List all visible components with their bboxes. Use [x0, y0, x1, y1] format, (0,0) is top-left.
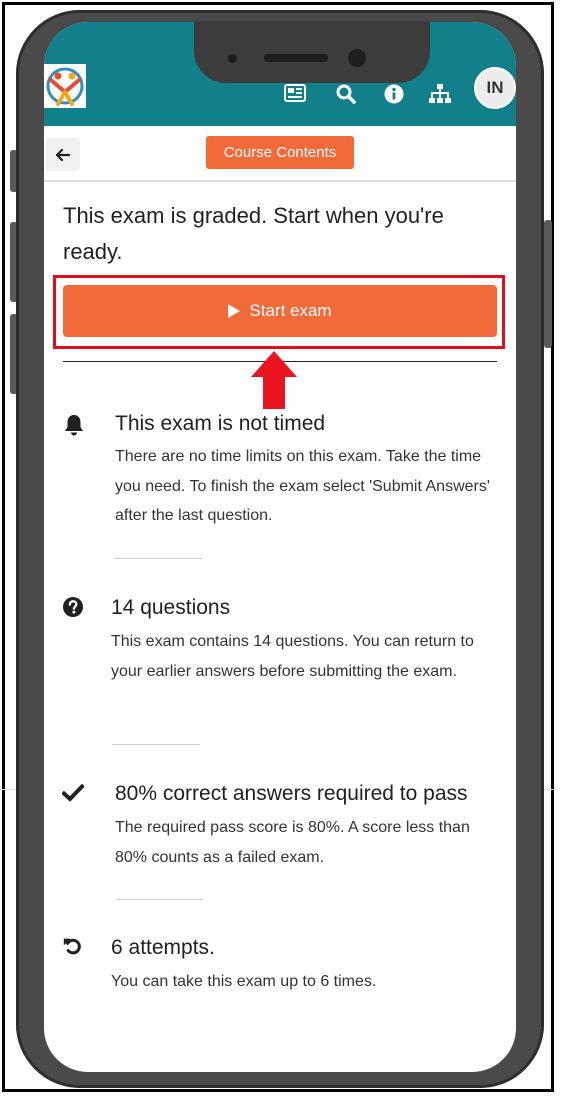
bell-icon [65, 415, 83, 436]
notch-camera [348, 49, 366, 67]
phone-power-button [544, 220, 552, 348]
phone-notch [194, 21, 430, 83]
info-icon[interactable] [384, 84, 404, 104]
item-separator [115, 899, 203, 900]
play-icon [228, 304, 241, 318]
info-text: This exam contains 14 questions. You can… [111, 633, 474, 680]
undo-icon [63, 938, 81, 955]
question-circle-icon [63, 597, 83, 617]
course-toolbar: Course Contents [44, 126, 516, 182]
background-line-right [544, 789, 554, 790]
notch-sensor [228, 54, 237, 63]
start-exam-button[interactable]: Start exam [63, 285, 497, 337]
info-title: This exam is not timed [115, 412, 326, 435]
check-icon [62, 784, 84, 802]
exam-intro-heading: This exam is graded. Start when you're r… [63, 203, 444, 264]
start-exam-label: Start exam [249, 301, 332, 320]
sitemap-icon[interactable] [429, 84, 451, 104]
app-logo[interactable] [44, 64, 86, 108]
info-title: 80% correct answers required to pass [115, 782, 468, 805]
arrow-left-icon [56, 148, 70, 161]
info-title: 6 attempts. [111, 936, 215, 959]
item-separator [114, 558, 202, 559]
info-text: You can take this exam up to 6 times. [111, 973, 377, 990]
info-text: The required pass score is 80%. A score … [115, 819, 470, 866]
newspaper-icon[interactable] [284, 84, 306, 102]
notch-speaker [264, 54, 328, 62]
course-contents-button[interactable]: Course Contents [206, 136, 354, 169]
user-avatar[interactable]: IN [474, 67, 516, 109]
phone-frame: IN Course Contents This exam is graded. … [16, 10, 544, 1088]
info-text: There are no time limits on this exam. T… [115, 448, 490, 524]
search-icon[interactable] [336, 84, 356, 104]
phone-screen: IN Course Contents This exam is graded. … [44, 22, 516, 1072]
item-separator [112, 744, 200, 745]
info-title: 14 questions [111, 596, 231, 619]
back-button[interactable] [46, 138, 80, 171]
red-arrow-annotation [251, 351, 297, 409]
